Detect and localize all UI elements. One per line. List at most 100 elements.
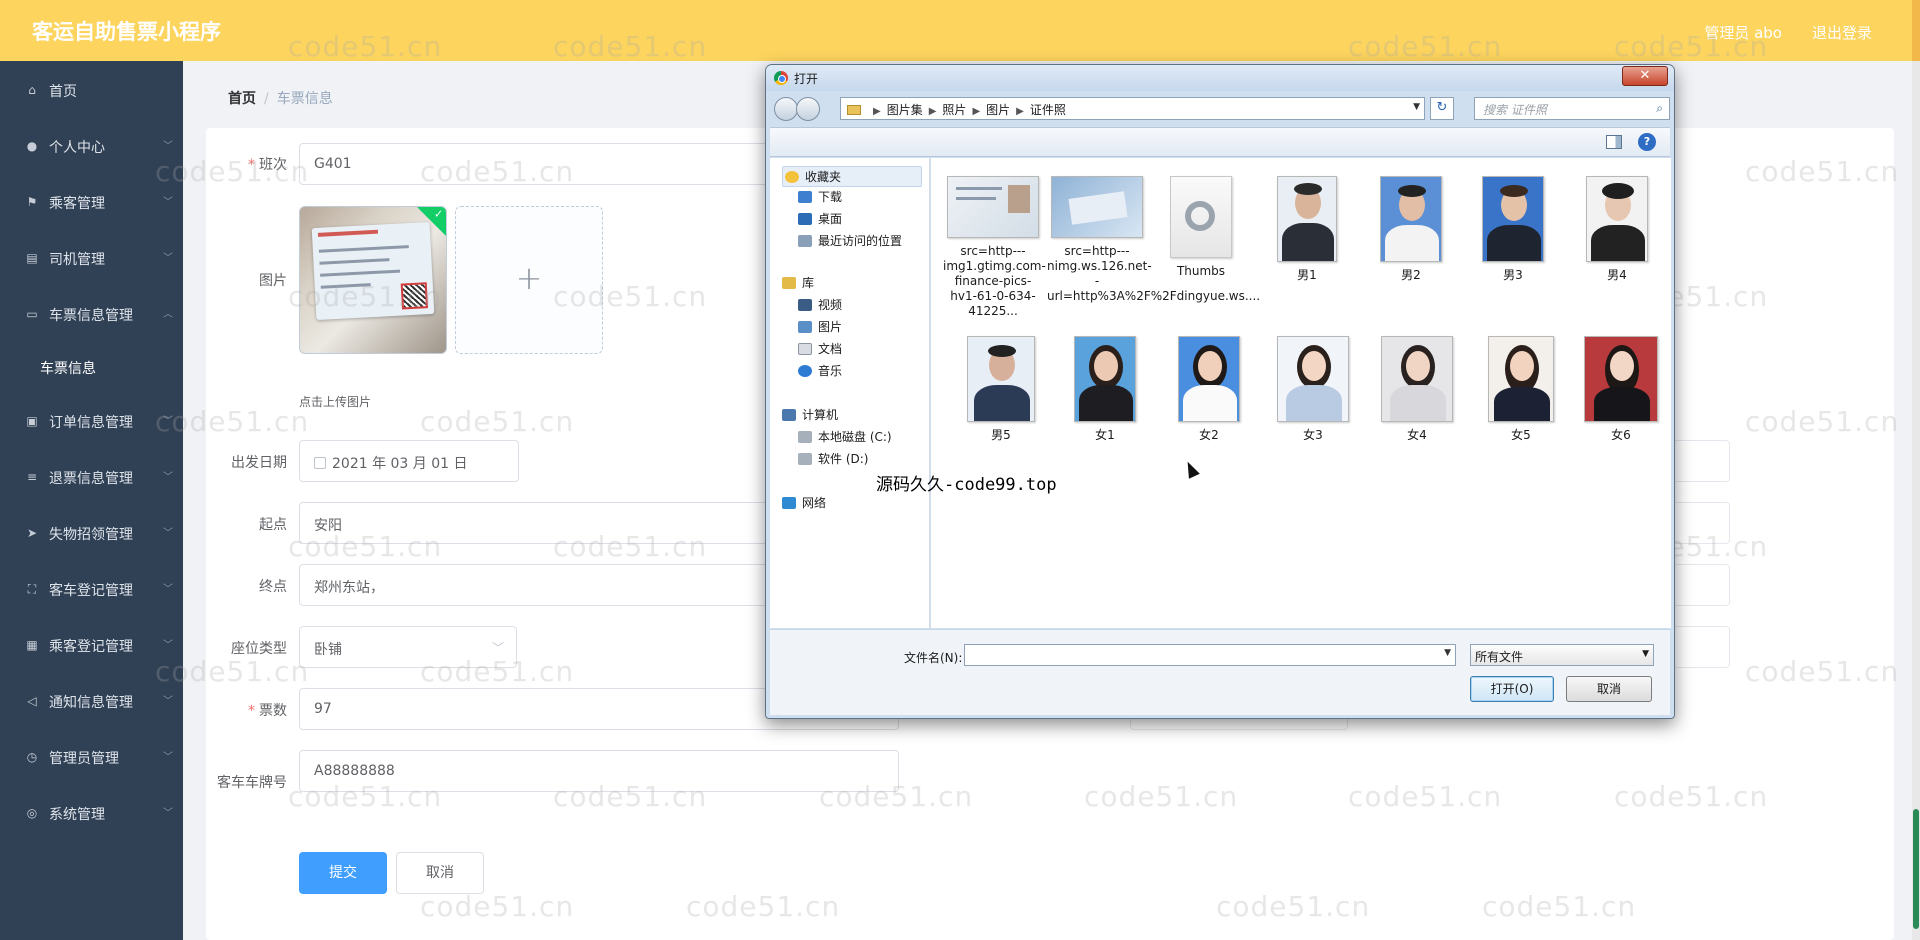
portrait-body [1286, 385, 1342, 421]
list-icon: ≡ [26, 470, 38, 484]
file-name: 女4 [1407, 428, 1427, 442]
file-item[interactable]: 女5 [1471, 336, 1571, 443]
file-item[interactable]: 女6 [1571, 336, 1671, 443]
breadcrumb-current: 车票信息 [276, 91, 333, 107]
desktop-icon [798, 213, 812, 225]
forward-button[interactable] [796, 97, 820, 121]
portrait-head [1198, 351, 1222, 381]
path-arrow-icon: ▶ [873, 106, 881, 117]
tree-music[interactable]: 音乐 [798, 362, 842, 379]
sidebar-item-home[interactable]: ⌂ 首页 [0, 70, 183, 110]
file-item[interactable]: 女2 [1159, 336, 1259, 443]
refresh-button[interactable]: ↻ [1430, 97, 1454, 120]
dialog-close-button[interactable]: ✕ [1622, 66, 1668, 86]
breadcrumb-separator: / [264, 91, 269, 107]
file-item[interactable]: 男1 [1257, 176, 1357, 283]
sidebar-item-admin[interactable]: ◷ 管理员管理 ﹀ [0, 737, 183, 777]
sidebar-item-order[interactable]: ▣ 订单信息管理 ﹀ [0, 401, 183, 441]
portrait-body [1591, 225, 1645, 261]
file-item[interactable]: 女1 [1055, 336, 1155, 443]
sidebar-item-lost-found[interactable]: ➤ 失物招领管理 ﹀ [0, 513, 183, 553]
tree-documents[interactable]: 文档 [798, 340, 842, 357]
path-arrow-icon: ▶ [1016, 106, 1024, 117]
dialog-search-input[interactable]: 搜索 证件照 ⌕ [1474, 97, 1670, 120]
sidebar-item-ticket[interactable]: ▭ 车票信息管理 ︿ [0, 294, 183, 334]
cancel-button[interactable]: 取消 [396, 852, 484, 894]
tree-label: 软件 (D:) [818, 452, 869, 466]
tree-desktop[interactable]: 桌面 [798, 210, 842, 227]
sidebar-item-bus-register[interactable]: ⛶ 客车登记管理 ﹀ [0, 569, 183, 609]
portrait-hair [1602, 183, 1634, 199]
file-item[interactable]: 男5 [951, 336, 1051, 443]
file-item[interactable]: 男2 [1361, 176, 1461, 283]
dropdown-arrow-icon[interactable]: ▼ [1413, 102, 1420, 112]
filename-input[interactable]: ▼ [964, 644, 1456, 666]
logout-link[interactable]: 退出登录 [1812, 22, 1872, 43]
file-item[interactable]: 男4 [1567, 176, 1667, 283]
tree-libraries[interactable]: 库 [782, 274, 814, 291]
frame-icon: ⛶ [27, 582, 37, 596]
disk-icon [798, 431, 812, 443]
upload-button[interactable]: + [455, 206, 603, 354]
path-segment[interactable]: 照片 [942, 103, 966, 117]
sidebar-item-refund[interactable]: ≡ 退票信息管理 ﹀ [0, 457, 183, 497]
open-button[interactable]: 打开(O) [1470, 676, 1554, 702]
file-item[interactable]: 女3 [1263, 336, 1363, 443]
navigation-icon: ◁ [27, 694, 37, 708]
sidebar-item-driver[interactable]: ▤ 司机管理 ﹀ [0, 238, 183, 278]
sidebar-item-notice[interactable]: ◁ 通知信息管理 ﹀ [0, 681, 183, 721]
help-icon[interactable]: ? [1638, 133, 1656, 151]
filetype-select[interactable]: 所有文件 ▼ [1470, 644, 1654, 666]
tree-recent[interactable]: 最近访问的位置 [798, 232, 902, 249]
tree-disk-c[interactable]: 本地磁盘 (C:) [798, 428, 892, 445]
dialog-titlebar[interactable]: 打开 ✕ [766, 65, 1674, 91]
uploaded-image[interactable]: ✓ [299, 206, 447, 354]
sidebar-item-profile[interactable]: ● 个人中心 ﹀ [0, 126, 183, 166]
tree-pictures[interactable]: 图片 [798, 318, 842, 335]
dialog-cancel-button[interactable]: 取消 [1566, 676, 1652, 702]
chevron-down-icon: ﹀ [163, 584, 173, 595]
overlay-watermark-text: 源码久久-code99.top [876, 475, 1057, 495]
disk-icon [798, 453, 812, 465]
tree-network[interactable]: 网络 [782, 494, 826, 511]
date-picker[interactable]: 2021 年 03 月 01 日 [299, 440, 519, 482]
tree-videos[interactable]: 视频 [798, 296, 842, 313]
file-name: 男4 [1607, 268, 1627, 282]
file-name: Thumbs [1176, 264, 1226, 278]
sidebar-item-passenger-register[interactable]: ▦ 乘客登记管理 ﹀ [0, 625, 183, 665]
file-item[interactable]: src=http---img1.gtimg.com-finance-pics-h… [943, 176, 1046, 319]
submit-button[interactable]: 提交 [299, 852, 387, 894]
chevron-down-icon: ﹀ [163, 197, 173, 208]
address-bar[interactable]: ▶ 图片集 ▶ 照片 ▶ 图片 ▶ 证件照 ▼ [840, 97, 1425, 120]
network-icon [782, 497, 796, 509]
banci-label: * 班次 [193, 154, 287, 174]
page-scrollbar[interactable] [1912, 61, 1920, 940]
tree-downloads[interactable]: 下载 [798, 188, 842, 205]
sidebar-item-system[interactable]: ◎ 系统管理 ﹀ [0, 793, 183, 833]
path-segment[interactable]: 证件照 [1030, 103, 1066, 117]
file-item[interactable]: src=http---nimg.ws.126.net--url=http%3A%… [1047, 176, 1260, 304]
sidebar-subitem-ticket-info[interactable]: 车票信息 [0, 347, 183, 387]
dialog-title: 打开 [794, 72, 819, 86]
sidebar-item-passenger[interactable]: ⚑ 乘客管理 ﹀ [0, 182, 183, 222]
preview-pane-icon[interactable] [1606, 135, 1622, 149]
tree-favorites[interactable]: 收藏夹 [782, 166, 922, 187]
calendar-icon [314, 457, 326, 469]
portrait-hair [1500, 185, 1528, 197]
path-segment[interactable]: 图片集 [887, 103, 923, 117]
tree-disk-d[interactable]: 软件 (D:) [798, 450, 868, 467]
portrait-body [1183, 385, 1237, 421]
tree-label: 图片 [818, 320, 843, 334]
dropdown-arrow-icon[interactable]: ▼ [1444, 648, 1451, 658]
seat-select[interactable]: 卧铺 ﹀ [299, 626, 517, 668]
plate-input[interactable]: A88888888 [299, 750, 899, 792]
file-item[interactable]: 男3 [1463, 176, 1563, 283]
tree-computer[interactable]: 计算机 [782, 406, 838, 423]
file-item[interactable]: Thumbs [1151, 176, 1251, 279]
file-item[interactable]: 女4 [1367, 336, 1467, 443]
system-file-icon [1170, 176, 1232, 258]
breadcrumb-home[interactable]: 首页 [228, 91, 256, 107]
path-segment[interactable]: 图片 [986, 103, 1010, 117]
back-button[interactable] [774, 97, 798, 121]
scrollbar-thumb[interactable] [1913, 809, 1919, 929]
